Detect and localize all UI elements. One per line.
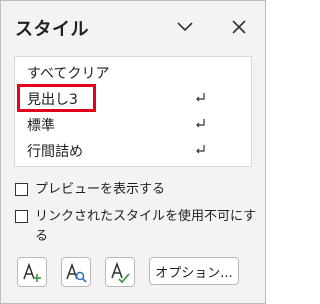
manage-styles-button[interactable]: [105, 257, 135, 287]
style-item-label: 標準: [27, 118, 55, 134]
show-preview-option[interactable]: プレビューを表示する: [15, 180, 165, 200]
disable-linked-styles-label: リンクされたスタイルを使用不可にする: [35, 209, 257, 244]
paragraph-mark-icon: [196, 93, 205, 102]
show-preview-checkbox[interactable]: [15, 183, 28, 196]
disable-linked-styles-checkbox[interactable]: [15, 210, 28, 223]
options-button[interactable]: オプション...: [149, 257, 239, 285]
paragraph-mark-icon: [196, 145, 205, 154]
style-inspector-icon: [66, 262, 87, 283]
style-item-no-spacing[interactable]: 行間詰め: [15, 137, 251, 163]
close-button[interactable]: [228, 15, 250, 39]
pane-title: スタイル: [15, 19, 89, 40]
style-item-label: 行間詰め: [27, 144, 83, 160]
style-inspector-button[interactable]: [61, 257, 91, 287]
styles-pane: スタイル すべてクリア 見出し3 標準 行間詰め プレビューを表示する リンクさ…: [0, 0, 266, 304]
chevron-down-icon: [177, 22, 193, 32]
close-icon: [232, 20, 246, 34]
new-style-icon: [23, 262, 41, 282]
style-item-clear-all[interactable]: すべてクリア: [15, 59, 251, 85]
style-item-normal[interactable]: 標準: [15, 111, 251, 137]
collapse-button[interactable]: [174, 15, 196, 39]
new-style-button[interactable]: [17, 257, 47, 287]
show-preview-label: プレビューを表示する: [35, 182, 166, 197]
disable-linked-styles-option[interactable]: リンクされたスタイルを使用不可にする: [15, 207, 257, 247]
style-list: すべてクリア 見出し3 標準 行間詰め: [14, 56, 252, 167]
style-item-label: 見出し3: [27, 92, 78, 108]
style-item-heading-3[interactable]: 見出し3: [15, 85, 251, 111]
manage-styles-icon: [111, 261, 130, 284]
paragraph-mark-icon: [196, 119, 205, 128]
style-item-label: すべてクリア: [27, 66, 110, 82]
